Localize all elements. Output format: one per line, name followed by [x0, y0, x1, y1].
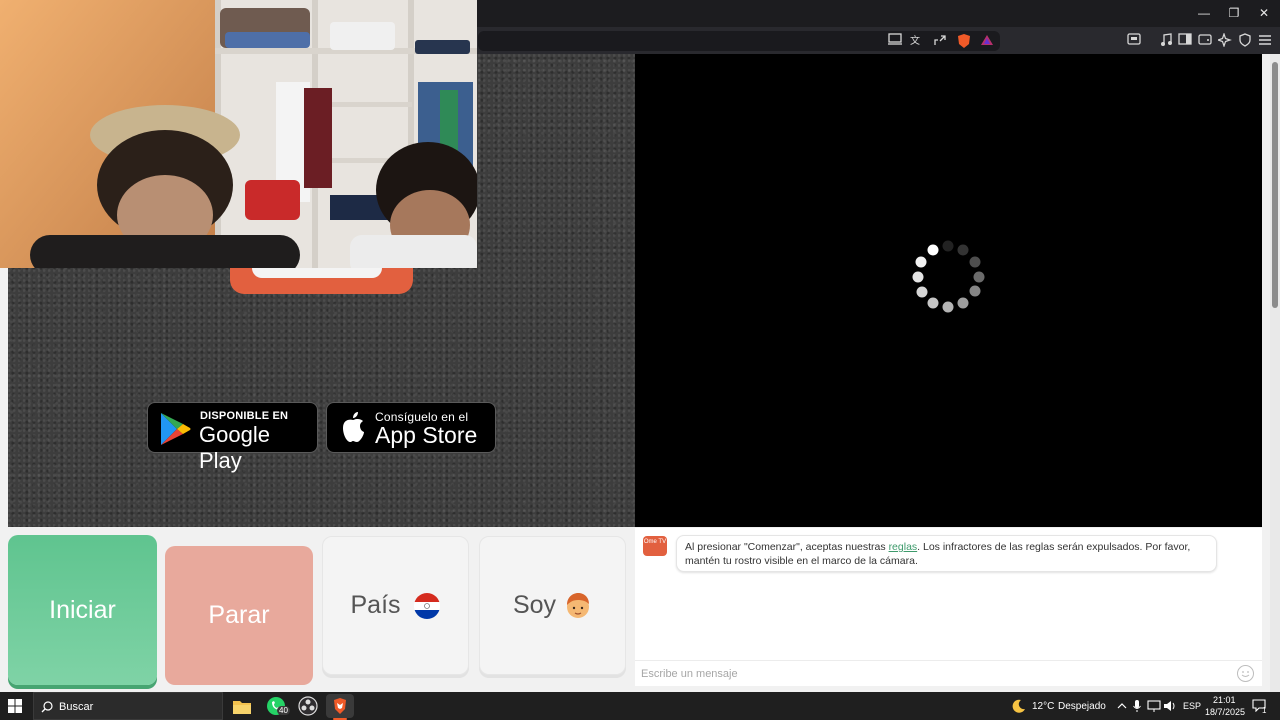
- search-placeholder: Buscar: [59, 701, 94, 713]
- smiley-icon: [1241, 671, 1250, 677]
- chevron-up-icon[interactable]: [1117, 702, 1127, 710]
- rules-link[interactable]: reglas: [889, 541, 918, 553]
- country-label: País: [350, 591, 401, 619]
- paraguay-flag-icon: [413, 592, 440, 619]
- page-scrollbar[interactable]: [1270, 54, 1280, 692]
- windows-start-icon[interactable]: [8, 699, 22, 713]
- brave-browser-button[interactable]: [326, 694, 354, 718]
- screen: — ❐ ✕ 文 DISPONIBLE EN Google Play Consíg…: [0, 0, 1280, 720]
- search-icon: [41, 701, 53, 713]
- media-icon[interactable]: [1158, 33, 1174, 49]
- folder-icon: [233, 700, 251, 714]
- moon-weather-icon: [1012, 699, 1025, 713]
- google-play-caption: DISPONIBLE EN: [200, 410, 289, 422]
- start-button-label: Iniciar: [49, 595, 116, 624]
- minimize-button[interactable]: —: [1189, 4, 1219, 22]
- apple-icon: [343, 412, 364, 442]
- reader-mode-icon[interactable]: [1126, 33, 1142, 49]
- file-explorer-button[interactable]: [228, 694, 256, 718]
- taskbar-search[interactable]: Buscar: [33, 692, 223, 720]
- obs-button[interactable]: [294, 694, 322, 718]
- gender-selector-button[interactable]: Soy: [479, 536, 626, 675]
- brave-icon: [334, 698, 346, 714]
- weather-temperature[interactable]: 12°C: [1032, 701, 1054, 712]
- restore-icon: ❐: [1228, 6, 1240, 20]
- clock-date[interactable]: 18/7/2025: [1205, 707, 1245, 717]
- stop-button-label: Parar: [208, 601, 270, 629]
- notification-count: 1: [1262, 706, 1267, 715]
- emoji-button[interactable]: [1237, 665, 1254, 682]
- vpn-shield-icon[interactable]: [1237, 33, 1253, 49]
- clock-time[interactable]: 21:01: [1213, 695, 1236, 705]
- windows-taskbar: Buscar 40 12°C Despejado ESP 21:01 18/7/…: [0, 692, 1280, 720]
- share-icon[interactable]: [932, 33, 948, 49]
- tv-logo-base: [230, 268, 413, 294]
- brave-rewards-icon[interactable]: [979, 33, 995, 49]
- weather-description[interactable]: Despejado: [1058, 701, 1106, 712]
- gender-label: Soy: [512, 591, 557, 619]
- translate-icon[interactable]: 文: [909, 33, 925, 49]
- volume-icon[interactable]: [1163, 699, 1177, 713]
- minimize-icon: —: [1198, 6, 1210, 20]
- webcam-preview: [0, 0, 477, 268]
- chat-panel: Ome TV Al presionar "Comenzar", aceptas …: [635, 528, 1262, 686]
- system-message: Al presionar "Comenzar", aceptas nuestra…: [676, 535, 1217, 572]
- ometv-logo: Ome TV: [643, 536, 667, 556]
- leo-ai-icon[interactable]: [1216, 32, 1233, 49]
- chat-message-input[interactable]: [641, 665, 1221, 683]
- country-selector-button[interactable]: País: [322, 536, 469, 675]
- cast-icon[interactable]: [887, 33, 903, 49]
- microphone-icon[interactable]: [1133, 699, 1141, 713]
- scrollbar-thumb[interactable]: [1272, 62, 1278, 308]
- network-icon[interactable]: [1147, 699, 1161, 713]
- close-icon: ✕: [1258, 6, 1270, 20]
- brave-shields-icon[interactable]: [956, 33, 972, 49]
- whatsapp-badge: 40: [277, 706, 290, 715]
- whatsapp-button[interactable]: 40: [262, 694, 290, 718]
- obs-icon: [298, 696, 318, 716]
- message-text-start: Al presionar "Comenzar", aceptas nuestra…: [685, 541, 886, 553]
- app-store-button[interactable]: Consíguelo en el App Store: [326, 402, 496, 453]
- wallet-icon[interactable]: [1197, 33, 1213, 49]
- app-store-title: App Store: [375, 422, 478, 448]
- menu-icon[interactable]: [1257, 33, 1273, 49]
- language-indicator[interactable]: ESP: [1183, 701, 1201, 711]
- close-window-button[interactable]: ✕: [1249, 4, 1279, 22]
- svg-text:文: 文: [910, 34, 920, 47]
- restore-button[interactable]: ❐: [1219, 4, 1249, 22]
- start-button[interactable]: Iniciar: [8, 535, 157, 685]
- google-play-icon: [161, 413, 191, 445]
- stop-button[interactable]: Parar: [165, 546, 313, 685]
- boy-emoji-icon: [567, 592, 590, 618]
- chat-input-bar: [635, 660, 1262, 686]
- google-play-title: Google Play: [199, 422, 270, 473]
- loading-spinner-icon: [912, 240, 985, 313]
- google-play-button[interactable]: DISPONIBLE EN Google Play: [147, 402, 318, 473]
- sidebar-icon[interactable]: [1177, 33, 1193, 49]
